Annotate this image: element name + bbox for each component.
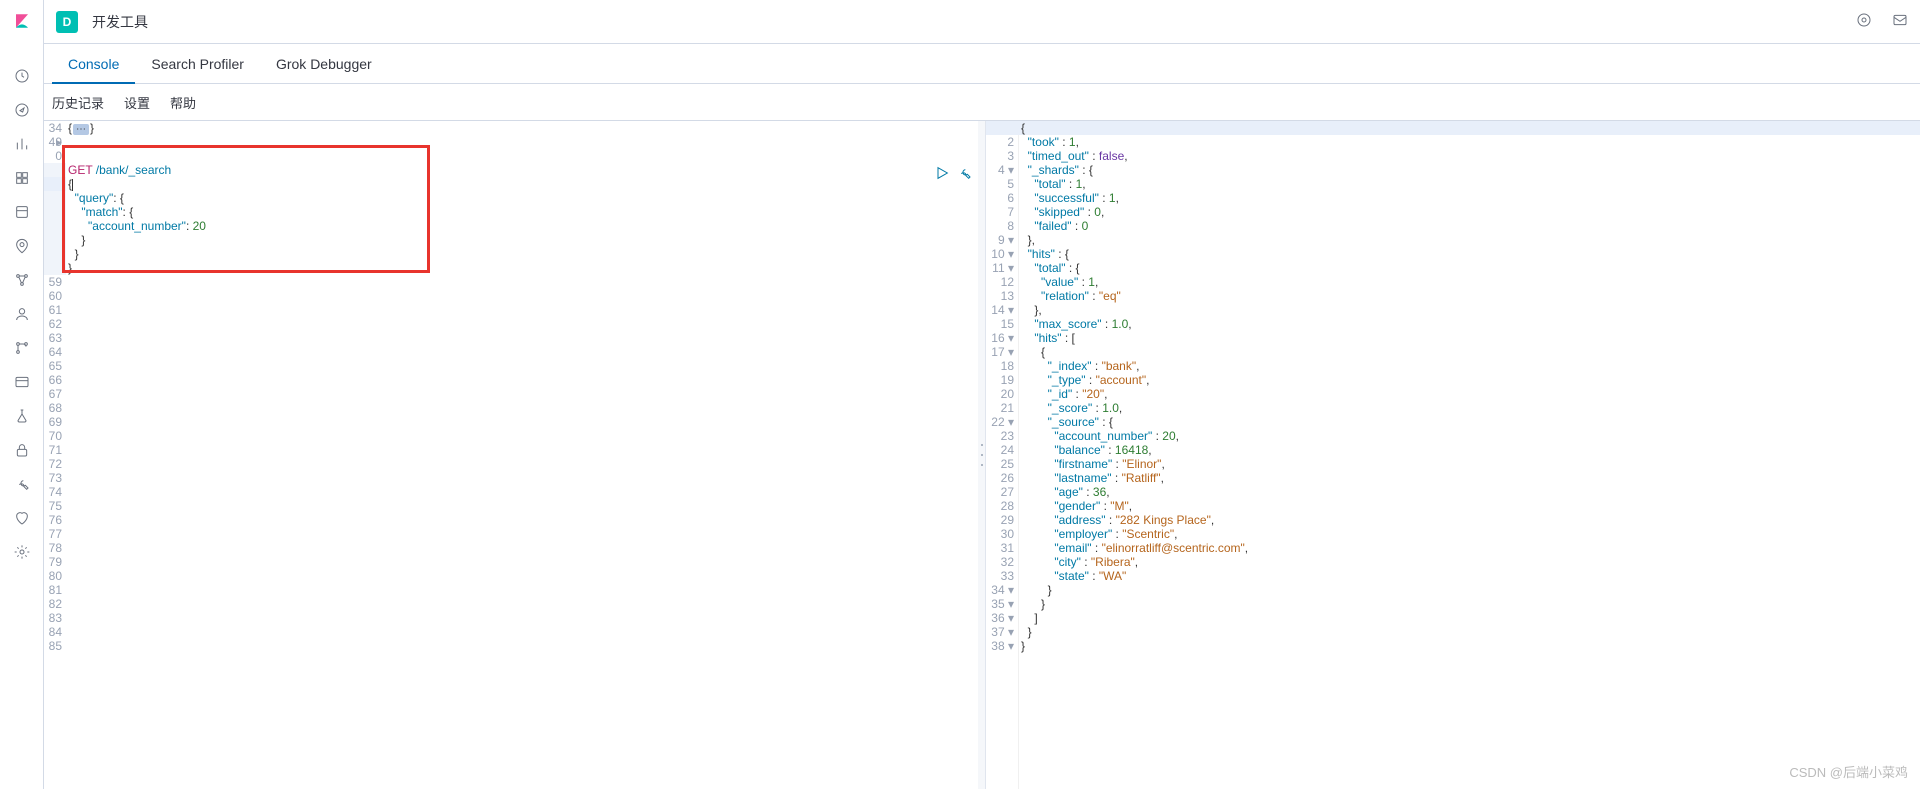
top-bar: D 开发工具 — [44, 0, 1920, 44]
gear-icon[interactable] — [13, 543, 31, 561]
left-nav-rail — [0, 0, 44, 789]
kibana-logo-icon[interactable] — [13, 12, 31, 30]
lock-icon[interactable] — [13, 441, 31, 459]
tabs-bar: ConsoleSearch ProfilerGrok Debugger — [44, 44, 1920, 84]
grid-icon[interactable] — [13, 169, 31, 187]
response-viewer[interactable]: 1 ▾234 ▾56789 ▾10 ▾11 ▾121314 ▾1516 ▾17 … — [985, 121, 1920, 789]
bar-chart-icon[interactable] — [13, 135, 31, 153]
request-editor[interactable]: 34 ▸49012 ▾3 ▾4 ▾5 ▾6 ▾7 ▾8 ▾59606162636… — [44, 121, 985, 789]
tab-search-profiler[interactable]: Search Profiler — [135, 44, 260, 83]
newsfeed-icon[interactable] — [1892, 12, 1908, 31]
tab-console[interactable]: Console — [52, 44, 135, 83]
tab-grok-debugger[interactable]: Grok Debugger — [260, 44, 388, 83]
graph-icon[interactable] — [13, 271, 31, 289]
wrench-icon[interactable] — [956, 165, 972, 184]
wrench-icon[interactable] — [13, 475, 31, 493]
compass-icon[interactable] — [13, 101, 31, 119]
main-area: D 开发工具 ConsoleSearch ProfilerGrok Debugg… — [44, 0, 1920, 789]
splitter-handle[interactable] — [977, 440, 987, 470]
users-icon[interactable] — [13, 305, 31, 323]
editors-pane: 34 ▸49012 ▾3 ▾4 ▾5 ▾6 ▾7 ▾8 ▾59606162636… — [44, 120, 1920, 789]
workspace-badge[interactable]: D — [56, 11, 78, 33]
clock-icon[interactable] — [13, 67, 31, 85]
flask-icon[interactable] — [13, 407, 31, 425]
card-icon[interactable] — [13, 373, 31, 391]
send-request-icon[interactable] — [934, 165, 950, 184]
help-icon[interactable] — [1856, 12, 1872, 31]
submenu-item[interactable]: 设置 — [124, 93, 150, 112]
submenu-item[interactable]: 帮助 — [170, 93, 196, 112]
sub-menu-bar: 历史记录 设置 帮助 — [44, 84, 1920, 120]
page-title: 开发工具 — [92, 12, 148, 32]
watermark: CSDN @后端小菜鸡 — [1789, 762, 1908, 781]
heart-icon[interactable] — [13, 509, 31, 527]
layers-icon[interactable] — [13, 203, 31, 221]
branch-icon[interactable] — [13, 339, 31, 357]
pin-icon[interactable] — [13, 237, 31, 255]
submenu-item[interactable]: 历史记录 — [52, 93, 104, 112]
